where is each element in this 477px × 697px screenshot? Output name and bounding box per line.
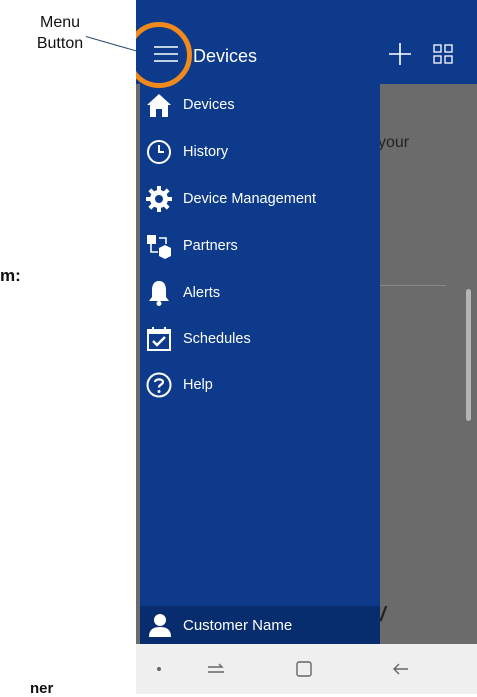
home-icon xyxy=(147,94,171,117)
nav-label: Devices xyxy=(183,97,235,113)
cut-off-text: m: xyxy=(0,266,21,285)
nav-item-alerts[interactable]: Alerts xyxy=(140,276,380,310)
nav-item-partners[interactable]: Partners xyxy=(140,229,380,263)
system-nav-bar xyxy=(136,644,477,694)
calendar-check-icon xyxy=(147,327,171,351)
customer-name: Customer Name xyxy=(183,617,293,634)
nav-label: Help xyxy=(183,377,213,393)
back-icon[interactable] xyxy=(388,656,414,682)
bell-icon xyxy=(149,281,169,306)
nav-label: Device Management xyxy=(183,191,316,207)
nav-label: History xyxy=(183,144,229,160)
help-icon xyxy=(146,372,172,398)
clock-icon xyxy=(147,140,171,164)
home-button-icon[interactable] xyxy=(291,656,317,682)
scrollbar[interactable] xyxy=(466,289,471,421)
cut-off-bottom-text: ner xyxy=(30,680,54,697)
app-title: Devices xyxy=(193,46,258,66)
content-partial-italic: / xyxy=(380,604,386,626)
plus-icon[interactable] xyxy=(388,42,412,66)
phone-screen: your / Devices Devices History Device Ma… xyxy=(136,0,477,694)
partners-icon xyxy=(147,235,171,259)
navigation-drawer: Devices History Device Management Partne… xyxy=(140,84,380,644)
content-divider xyxy=(380,285,446,286)
grid-icon[interactable] xyxy=(433,44,453,64)
nav-item-devices[interactable]: Devices xyxy=(140,88,380,122)
content-partial-text: your xyxy=(378,134,410,151)
nav-label: Alerts xyxy=(183,285,221,301)
user-icon xyxy=(149,614,171,637)
nav-label: Partners xyxy=(183,238,238,254)
drawer-footer-account[interactable]: Customer Name xyxy=(140,606,380,644)
nav-item-device-management[interactable]: Device Management xyxy=(140,182,380,216)
nav-item-history[interactable]: History xyxy=(140,135,380,169)
gear-icon xyxy=(146,186,172,212)
dot-icon[interactable] xyxy=(146,656,172,682)
recent-apps-icon[interactable] xyxy=(203,656,229,682)
annotation-line1: Menu xyxy=(39,14,81,31)
annotation-label: Menu Button xyxy=(20,12,100,54)
nav-item-schedules[interactable]: Schedules xyxy=(140,322,380,356)
nav-item-help[interactable]: Help xyxy=(140,368,380,402)
nav-label: Schedules xyxy=(183,331,251,347)
